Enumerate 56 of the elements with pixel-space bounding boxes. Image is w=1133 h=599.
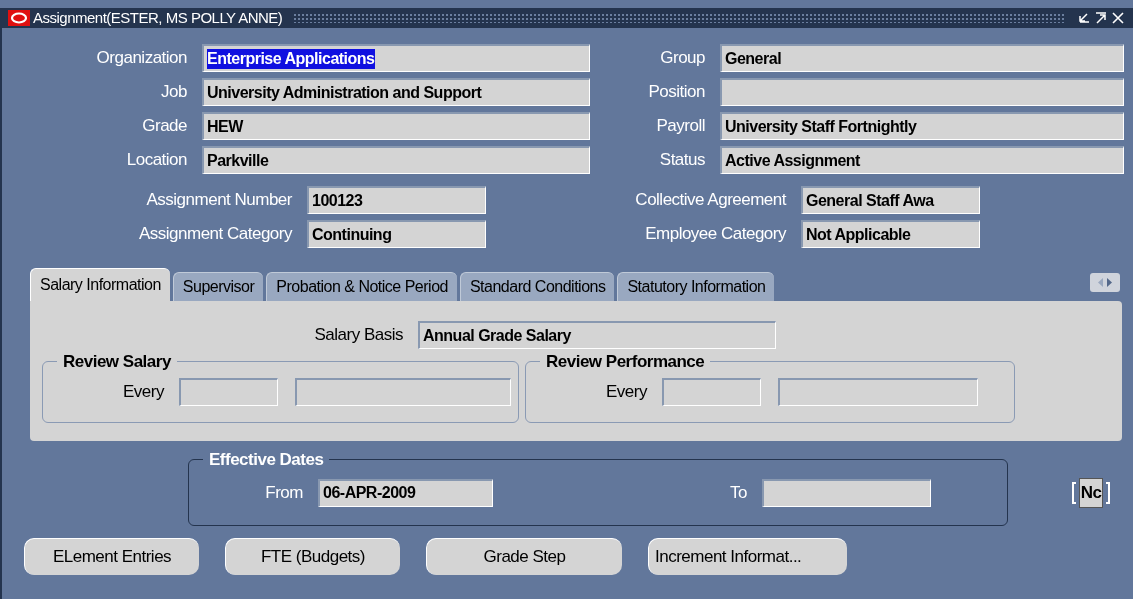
field-label: Status [658, 149, 706, 172]
action-button[interactable]: Grade Step [426, 538, 622, 575]
field-label: Collective Agreement [634, 189, 788, 212]
text-field[interactable]: Enterprise Applications [202, 44, 590, 72]
text-field[interactable]: University Administration and Support [202, 78, 590, 106]
field-label: From [264, 481, 304, 504]
text-field[interactable]: General [720, 44, 1124, 72]
tab[interactable]: Statutory Information [617, 272, 775, 301]
field-label: Job [160, 81, 188, 104]
field-label: Payroll [655, 115, 706, 138]
tab-scroll-button[interactable] [1090, 273, 1120, 292]
text-field[interactable]: University Staff Fortnightly [720, 112, 1124, 140]
field-label: Salary Basis [313, 324, 404, 347]
minimize-icon[interactable] [1077, 11, 1091, 25]
field-label: Grade [141, 115, 188, 138]
tab[interactable]: Salary Information [30, 268, 170, 301]
tab[interactable]: Probation & Notice Period [266, 272, 457, 301]
text-field[interactable] [778, 378, 978, 406]
close-icon[interactable] [1111, 11, 1125, 25]
text-field[interactable]: General Staff Awa [801, 186, 980, 214]
action-button[interactable]: ELement Entries [24, 538, 199, 575]
right-bracket-icon [1106, 481, 1110, 504]
field-label: Assignment Number [145, 189, 293, 212]
field-label: Employee Category [644, 223, 788, 246]
field-label: Location [125, 149, 188, 172]
action-button[interactable]: FTE (Budgets) [225, 538, 400, 575]
text-field[interactable]: 06-APR-2009 [318, 478, 493, 507]
text-field[interactable]: Active Assignment [720, 146, 1124, 174]
text-field[interactable] [662, 378, 761, 406]
text-field[interactable]: 100123 [307, 186, 486, 214]
field-label: Every [122, 381, 166, 404]
field-label: Organization [95, 47, 188, 70]
window-title: Assignment(ESTER, MS POLLY ANNE) [33, 7, 283, 28]
text-field[interactable]: Parkville [202, 146, 590, 174]
field-label: To [729, 481, 748, 504]
left-bracket-icon [1072, 481, 1076, 504]
field-value: Enterprise Applications [207, 48, 375, 69]
text-field[interactable]: Continuing [307, 220, 486, 248]
text-field[interactable] [295, 378, 511, 406]
app-logo-icon [8, 10, 30, 26]
text-field[interactable]: Annual Grade Salary [418, 321, 776, 349]
action-button[interactable]: Increment Informat... [648, 538, 847, 575]
field-label: Assignment Category [137, 223, 294, 246]
text-field[interactable] [720, 78, 1124, 106]
tab[interactable]: Supervisor [172, 272, 264, 301]
text-field[interactable] [762, 478, 931, 507]
tab[interactable]: Standard Conditions [459, 272, 615, 301]
field-label: Position [647, 81, 706, 104]
folder-field[interactable]: Nc [1079, 477, 1103, 508]
left-right-arrows-icon [1098, 278, 1112, 287]
maximize-icon[interactable] [1094, 11, 1108, 25]
text-field[interactable] [179, 378, 278, 406]
text-field[interactable]: HEW [202, 112, 590, 140]
field-label: Group [659, 47, 706, 70]
field-label: Every [605, 381, 649, 404]
text-field[interactable]: Not Applicable [801, 220, 980, 248]
